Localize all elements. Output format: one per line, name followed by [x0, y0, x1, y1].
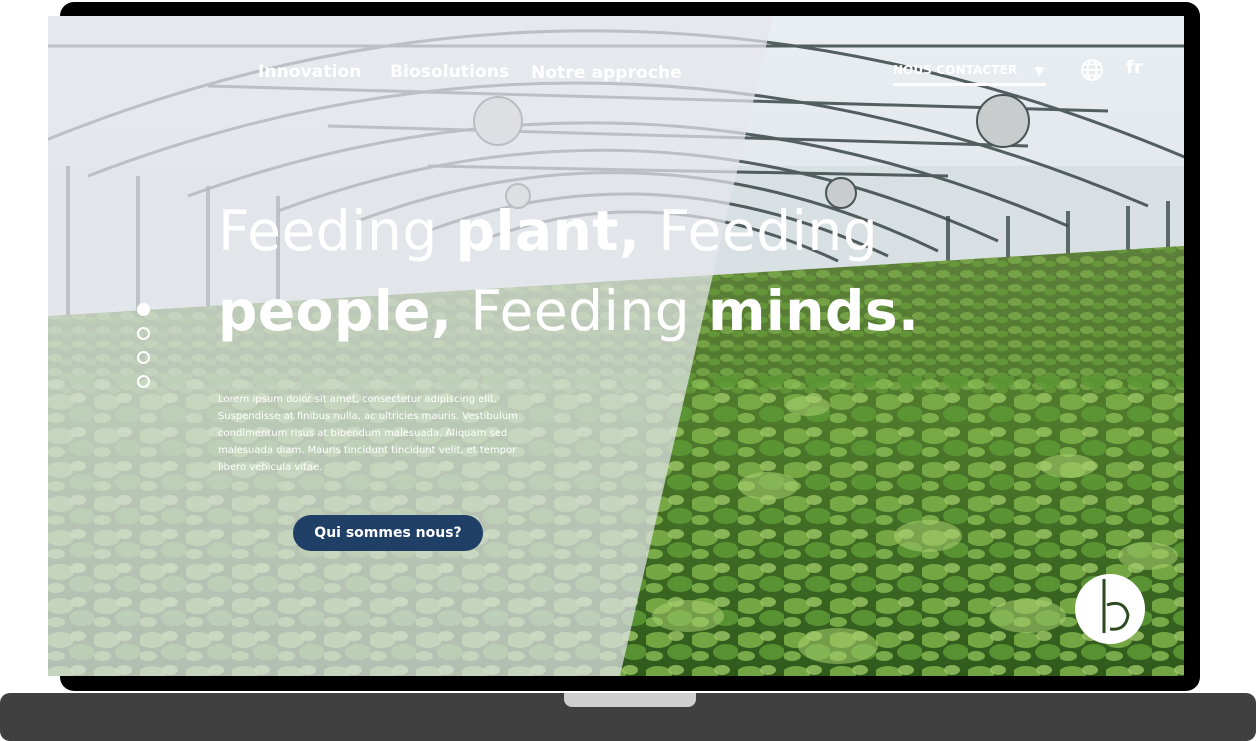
hero-line2-part-a: people, — [218, 279, 453, 343]
slider-dot-4[interactable] — [137, 375, 150, 388]
nav-innovation[interactable]: Innovation — [258, 62, 362, 82]
hero-line2-part-c: minds. — [708, 279, 920, 343]
hero-headline-line1: Feeding plant, Feeding — [218, 198, 878, 264]
contact-dropdown[interactable]: NOUS CONTACTER ▼ — [893, 62, 1046, 86]
brand-logo[interactable] — [1074, 573, 1146, 645]
nav-biosolutions[interactable]: Biosolutions — [390, 62, 509, 82]
hero-description: Lorem ipsum dolor sit amet, consectetur … — [218, 394, 518, 473]
hero-line1-part-b: plant, — [455, 199, 641, 263]
hero-line1-part-c: Feeding — [640, 199, 879, 263]
hero-headline-line2: people, Feeding minds. — [218, 278, 919, 344]
qui-sommes-nous-button[interactable]: Qui sommes nous? — [293, 515, 483, 551]
language-selector[interactable]: fr — [1126, 57, 1143, 78]
contact-label: NOUS CONTACTER — [893, 63, 1018, 77]
hero-line1-part-a: Feeding — [218, 199, 456, 263]
nav-notre-approche[interactable]: Notre approche — [531, 63, 682, 83]
slider-dot-3[interactable] — [137, 351, 150, 364]
hero-line2-part-b: Feeding — [452, 279, 709, 343]
slider-dot-1[interactable] — [137, 303, 150, 316]
laptop-notch — [564, 693, 696, 707]
slider-dot-2[interactable] — [137, 327, 150, 340]
caret-down-icon: ▼ — [1034, 64, 1044, 78]
website-screen: Innovation Biosolutions Notre approche N… — [48, 16, 1184, 676]
globe-icon[interactable] — [1080, 58, 1104, 82]
